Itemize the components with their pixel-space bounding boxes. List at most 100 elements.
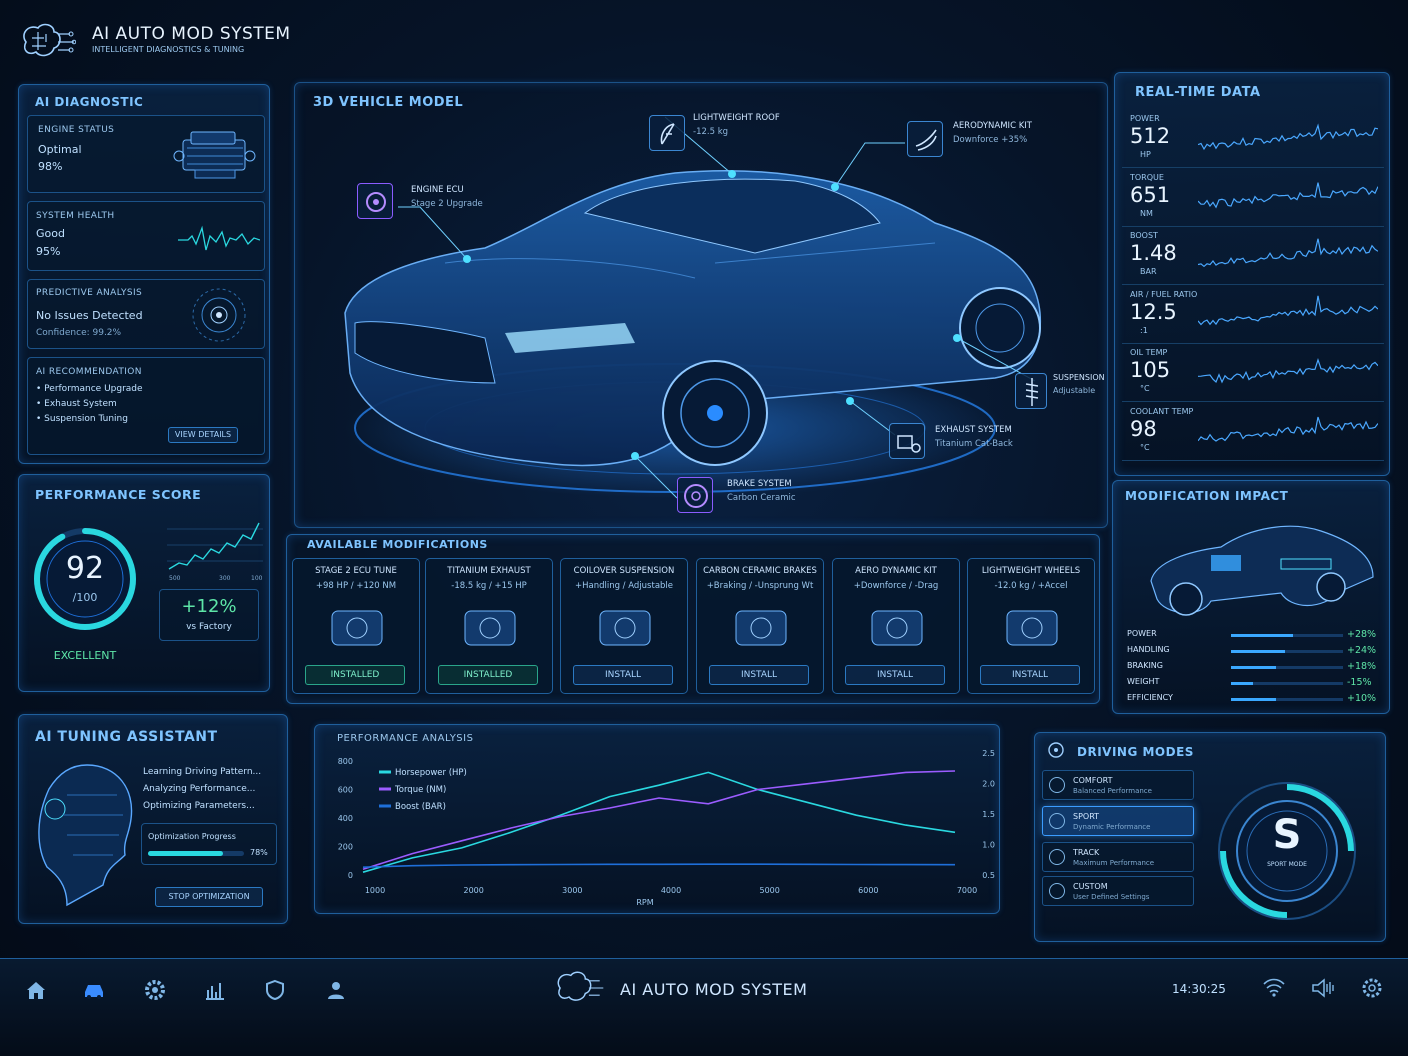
impact-bar-fill bbox=[1231, 650, 1285, 653]
system-health-card[interactable]: SYSTEM HEALTH Good 95% bbox=[27, 201, 265, 271]
realtime-label: COOLANT TEMP bbox=[1130, 406, 1194, 416]
realtime-unit: :1 bbox=[1140, 325, 1148, 335]
series-line bbox=[362, 771, 956, 873]
install-button[interactable]: INSTALL bbox=[980, 665, 1080, 685]
realtime-label: BOOST bbox=[1130, 231, 1158, 240]
realtime-sparkline bbox=[1198, 416, 1378, 442]
volume-icon[interactable] bbox=[1310, 976, 1336, 1000]
y-tick-right: 0.5 bbox=[982, 871, 995, 880]
y-tick-right: 2.5 bbox=[982, 749, 995, 758]
score-value: 92 bbox=[65, 551, 105, 586]
callout-suspension-name: SUSPENSION bbox=[1053, 373, 1105, 382]
realtime-label: TORQUE bbox=[1130, 172, 1164, 182]
footer-title: AI AUTO MOD SYSTEM bbox=[620, 980, 808, 999]
bar-chart-icon[interactable] bbox=[203, 978, 227, 1002]
view-details-button[interactable]: VIEW DETAILS bbox=[168, 427, 238, 443]
sparkline-path bbox=[1198, 295, 1378, 325]
score-out-of: /100 bbox=[72, 591, 98, 604]
impact-bar-track bbox=[1231, 682, 1343, 685]
sparkline-path bbox=[1198, 123, 1378, 151]
modification-name: TITANIUM EXHAUST bbox=[447, 566, 531, 576]
callout-brake: BRAKE SYSTEM Carbon Ceramic bbox=[727, 479, 796, 503]
recommendation-item: • Performance Upgrade bbox=[36, 384, 143, 394]
gain-label: vs Factory bbox=[186, 622, 232, 632]
mode-sport[interactable]: SPORT Dynamic Performance bbox=[1042, 806, 1194, 836]
y-tick-left: 800 bbox=[338, 757, 353, 766]
modification-part-icon bbox=[599, 610, 651, 646]
install-button[interactable]: INSTALL bbox=[573, 665, 673, 685]
callout-suspension: SUSPENSION Adjustable bbox=[1053, 373, 1105, 395]
realtime-sparkline bbox=[1198, 123, 1378, 151]
recommendation-item: • Exhaust System bbox=[36, 399, 117, 409]
mode-track[interactable]: TRACK Maximum Performance bbox=[1042, 842, 1194, 872]
modification-spec: -18.5 kg / +15 HP bbox=[451, 581, 527, 591]
wing-icon[interactable] bbox=[907, 121, 943, 157]
legend-label: Boost (BAR) bbox=[395, 802, 446, 812]
realtime-sparkline bbox=[1198, 295, 1378, 325]
ecu-chip-icon[interactable] bbox=[357, 183, 393, 219]
modification-card[interactable]: AERO DYNAMIC KIT +Downforce / -Drag INSTAL… bbox=[832, 558, 960, 694]
brake-disc-icon[interactable] bbox=[677, 477, 713, 513]
impact-label: POWER bbox=[1127, 629, 1157, 638]
active-mode-letter: S bbox=[1272, 812, 1302, 858]
mode-comfort[interactable]: COMFORT Balanced Performance bbox=[1042, 770, 1194, 800]
mode-desc: User Defined Settings bbox=[1073, 893, 1150, 901]
mode-custom[interactable]: CUSTOM User Defined Settings bbox=[1042, 876, 1194, 906]
realtime-row: AIR / FUEL RATIO 12.5:1 bbox=[1122, 286, 1384, 344]
settings-icon[interactable] bbox=[1360, 976, 1384, 1000]
track-icon bbox=[1049, 849, 1065, 865]
modification-spec: -12.0 kg / +Accel bbox=[994, 581, 1068, 591]
impact-bar-fill bbox=[1231, 666, 1276, 669]
sparkline-path bbox=[1198, 181, 1378, 209]
score-tick: 100 bbox=[251, 575, 263, 582]
install-button[interactable]: INSTALL bbox=[709, 665, 809, 685]
score-rating: EXCELLENT bbox=[53, 649, 117, 662]
modification-card[interactable]: LIGHTWEIGHT WHEELS -12.0 kg / +Accel INSTA… bbox=[967, 558, 1095, 694]
car-wireframe-model[interactable] bbox=[295, 83, 1109, 529]
callout-suspension-detail: Adjustable bbox=[1053, 386, 1096, 395]
modification-card[interactable]: CARBON CERAMIC BRAKES +Braking / -Unsprun… bbox=[696, 558, 824, 694]
predictive-analysis-card[interactable]: PREDICTIVE ANALYSIS No Issues Detected C… bbox=[27, 279, 265, 349]
impact-value: +28% bbox=[1347, 629, 1377, 640]
gear-icon[interactable] bbox=[143, 978, 167, 1002]
install-button[interactable]: INSTALL bbox=[845, 665, 945, 685]
y-tick-right: 1.5 bbox=[982, 810, 995, 819]
engine-status-card[interactable]: ENGINE STATUS Optimal 98% bbox=[27, 115, 265, 193]
app-title: AI AUTO MOD SYSTEM bbox=[92, 24, 291, 44]
modification-name: AERO DYNAMIC KIT bbox=[855, 566, 937, 576]
impact-bar-track bbox=[1231, 634, 1343, 637]
impact-value: +24% bbox=[1347, 645, 1377, 656]
progress-label: Optimization Progress bbox=[148, 832, 236, 841]
car-icon[interactable] bbox=[82, 980, 106, 1000]
callout-aero: AERODYNAMIC KIT Downforce +35% bbox=[953, 121, 1032, 145]
wifi-icon[interactable] bbox=[1262, 976, 1286, 998]
impact-bar-track bbox=[1231, 650, 1343, 653]
shock-absorber-icon[interactable] bbox=[1015, 373, 1047, 409]
modification-card[interactable]: TITANIUM EXHAUST -18.5 kg / +15 HP INSTALL… bbox=[425, 558, 553, 694]
installed-button[interactable]: INSTALLED bbox=[305, 665, 405, 685]
shield-icon[interactable] bbox=[263, 978, 287, 1002]
exhaust-icon[interactable] bbox=[889, 423, 925, 459]
progress-track bbox=[148, 851, 244, 856]
predictive-value: No Issues Detected bbox=[36, 309, 143, 322]
realtime-row: BOOST 1.48 BAR bbox=[1122, 227, 1384, 285]
radar-icon bbox=[192, 288, 246, 342]
realtime-row: POWER 512 HP bbox=[1122, 110, 1384, 168]
impact-label: WEIGHT bbox=[1127, 677, 1160, 686]
heartbeat-icon bbox=[178, 225, 260, 251]
feather-icon[interactable] bbox=[649, 115, 685, 151]
modification-card[interactable]: STAGE 2 ECU TUNE +98 HP / +120 NM INSTALLE… bbox=[292, 558, 420, 694]
y-tick-left: 200 bbox=[338, 843, 353, 852]
callout-exhaust-detail: Titanium Cat-Back bbox=[935, 439, 1013, 449]
user-icon[interactable] bbox=[324, 978, 348, 1002]
impact-value: +18% bbox=[1347, 661, 1377, 672]
impact-bar-fill bbox=[1231, 682, 1254, 685]
home-icon[interactable] bbox=[24, 978, 48, 1002]
installed-button[interactable]: INSTALLED bbox=[438, 665, 538, 685]
modification-card[interactable]: COILOVER SUSPENSION +Handling / Adjustabl… bbox=[560, 558, 688, 694]
active-mode-label: SPORT MODE bbox=[1267, 861, 1307, 868]
stop-optimization-button[interactable]: STOP OPTIMIZATION bbox=[155, 887, 263, 907]
callout-brake-name: BRAKE SYSTEM bbox=[727, 479, 792, 489]
custom-user-icon bbox=[1049, 883, 1065, 899]
app-subtitle: INTELLIGENT DIAGNOSTICS & TUNING bbox=[92, 45, 245, 54]
